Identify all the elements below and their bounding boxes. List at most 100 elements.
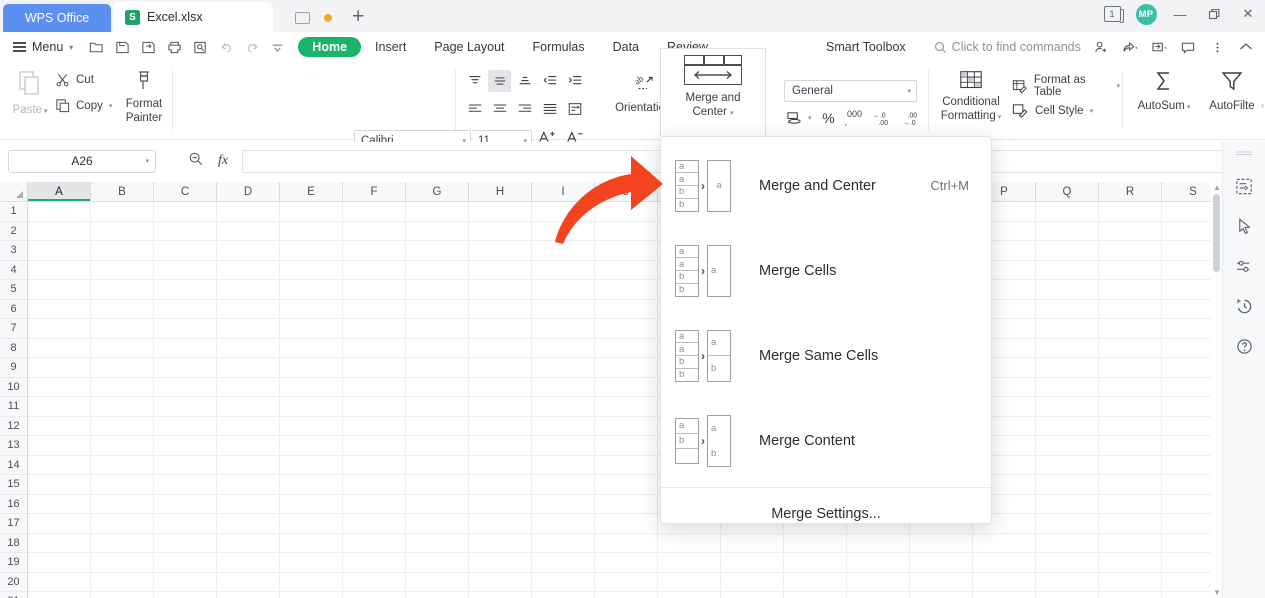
cell-R17[interactable]: [1099, 514, 1162, 533]
cell-C12[interactable]: [154, 417, 217, 436]
cell-G6[interactable]: [406, 300, 469, 319]
column-header-J[interactable]: J: [595, 182, 658, 201]
column-header-F[interactable]: F: [343, 182, 406, 201]
cell-A10[interactable]: [28, 378, 91, 397]
cell-C6[interactable]: [154, 300, 217, 319]
cell-E18[interactable]: [280, 534, 343, 553]
align-left-button[interactable]: [463, 98, 486, 120]
cell-G17[interactable]: [406, 514, 469, 533]
cell-G10[interactable]: [406, 378, 469, 397]
cell-F18[interactable]: [343, 534, 406, 553]
cell-C20[interactable]: [154, 573, 217, 592]
cell-Q2[interactable]: [1036, 222, 1099, 241]
cell-I2[interactable]: [532, 222, 595, 241]
cell-G18[interactable]: [406, 534, 469, 553]
cell-Q11[interactable]: [1036, 397, 1099, 416]
cell-I20[interactable]: [532, 573, 595, 592]
accounting-format-button[interactable]: [784, 110, 804, 126]
cell-F7[interactable]: [343, 319, 406, 338]
cell-Q7[interactable]: [1036, 319, 1099, 338]
cell-A20[interactable]: [28, 573, 91, 592]
cell-H3[interactable]: [469, 241, 532, 260]
cell-H7[interactable]: [469, 319, 532, 338]
cell-D8[interactable]: [217, 339, 280, 358]
cell-R14[interactable]: [1099, 456, 1162, 475]
cell-B3[interactable]: [91, 241, 154, 260]
cell-D3[interactable]: [217, 241, 280, 260]
cell-R13[interactable]: [1099, 436, 1162, 455]
cell-R16[interactable]: [1099, 495, 1162, 514]
cell-H11[interactable]: [469, 397, 532, 416]
cell-R12[interactable]: [1099, 417, 1162, 436]
cell-E11[interactable]: [280, 397, 343, 416]
cell-N20[interactable]: [847, 573, 910, 592]
cell-J9[interactable]: [595, 358, 658, 377]
merge-settings-item[interactable]: Merge Settings...: [661, 488, 991, 540]
cell-R1[interactable]: [1099, 202, 1162, 221]
column-header-I[interactable]: I: [532, 182, 595, 201]
cell-I7[interactable]: [532, 319, 595, 338]
cell-P20[interactable]: [973, 573, 1036, 592]
cell-B4[interactable]: [91, 261, 154, 280]
cell-D20[interactable]: [217, 573, 280, 592]
row-header-6[interactable]: 6: [0, 300, 28, 320]
cell-J13[interactable]: [595, 436, 658, 455]
cell-H14[interactable]: [469, 456, 532, 475]
row-header-11[interactable]: 11: [0, 397, 28, 417]
cell-R7[interactable]: [1099, 319, 1162, 338]
cell-O20[interactable]: [910, 573, 973, 592]
paste-button[interactable]: Paste▾: [8, 70, 52, 118]
cell-A5[interactable]: [28, 280, 91, 299]
cell-C14[interactable]: [154, 456, 217, 475]
cell-A17[interactable]: [28, 514, 91, 533]
cell-J2[interactable]: [595, 222, 658, 241]
column-header-B[interactable]: B: [91, 182, 154, 201]
cell-C18[interactable]: [154, 534, 217, 553]
align-right-button[interactable]: [513, 98, 536, 120]
settings-sliders-icon[interactable]: [1231, 254, 1257, 278]
cell-Q1[interactable]: [1036, 202, 1099, 221]
share-icon[interactable]: [1117, 35, 1143, 59]
cell-D5[interactable]: [217, 280, 280, 299]
justify-button[interactable]: [538, 98, 561, 120]
save-icon[interactable]: [115, 40, 130, 55]
wrap-text-button[interactable]: [563, 98, 586, 120]
row-header-13[interactable]: 13: [0, 436, 28, 456]
cell-D14[interactable]: [217, 456, 280, 475]
cell-Q9[interactable]: [1036, 358, 1099, 377]
maximize-button[interactable]: [1197, 0, 1231, 28]
cell-F21[interactable]: [343, 592, 406, 598]
cell-G11[interactable]: [406, 397, 469, 416]
cell-H1[interactable]: [469, 202, 532, 221]
cell-B15[interactable]: [91, 475, 154, 494]
row-header-12[interactable]: 12: [0, 417, 28, 437]
cell-M20[interactable]: [784, 573, 847, 592]
column-header-D[interactable]: D: [217, 182, 280, 201]
cell-C16[interactable]: [154, 495, 217, 514]
cell-D10[interactable]: [217, 378, 280, 397]
cell-I3[interactable]: [532, 241, 595, 260]
minimize-button[interactable]: —: [1163, 0, 1197, 28]
cursor-icon[interactable]: [1231, 214, 1257, 238]
tab-data[interactable]: Data: [599, 37, 653, 57]
cell-F4[interactable]: [343, 261, 406, 280]
cell-F19[interactable]: [343, 553, 406, 572]
row-header-9[interactable]: 9: [0, 358, 28, 378]
cell-H10[interactable]: [469, 378, 532, 397]
cell-G13[interactable]: [406, 436, 469, 455]
cell-G19[interactable]: [406, 553, 469, 572]
merge-and-center-button[interactable]: Merge and Center▾: [660, 48, 766, 136]
cell-J15[interactable]: [595, 475, 658, 494]
cell-M21[interactable]: [784, 592, 847, 598]
column-header-A[interactable]: A: [28, 182, 91, 201]
cell-H18[interactable]: [469, 534, 532, 553]
cell-M19[interactable]: [784, 553, 847, 572]
undo-icon[interactable]: [219, 40, 234, 55]
cell-I1[interactable]: [532, 202, 595, 221]
cell-E1[interactable]: [280, 202, 343, 221]
column-header-G[interactable]: G: [406, 182, 469, 201]
cell-R5[interactable]: [1099, 280, 1162, 299]
cell-C19[interactable]: [154, 553, 217, 572]
percent-format-button[interactable]: %: [819, 110, 839, 126]
chevron-down-icon[interactable]: ▾: [145, 157, 149, 165]
